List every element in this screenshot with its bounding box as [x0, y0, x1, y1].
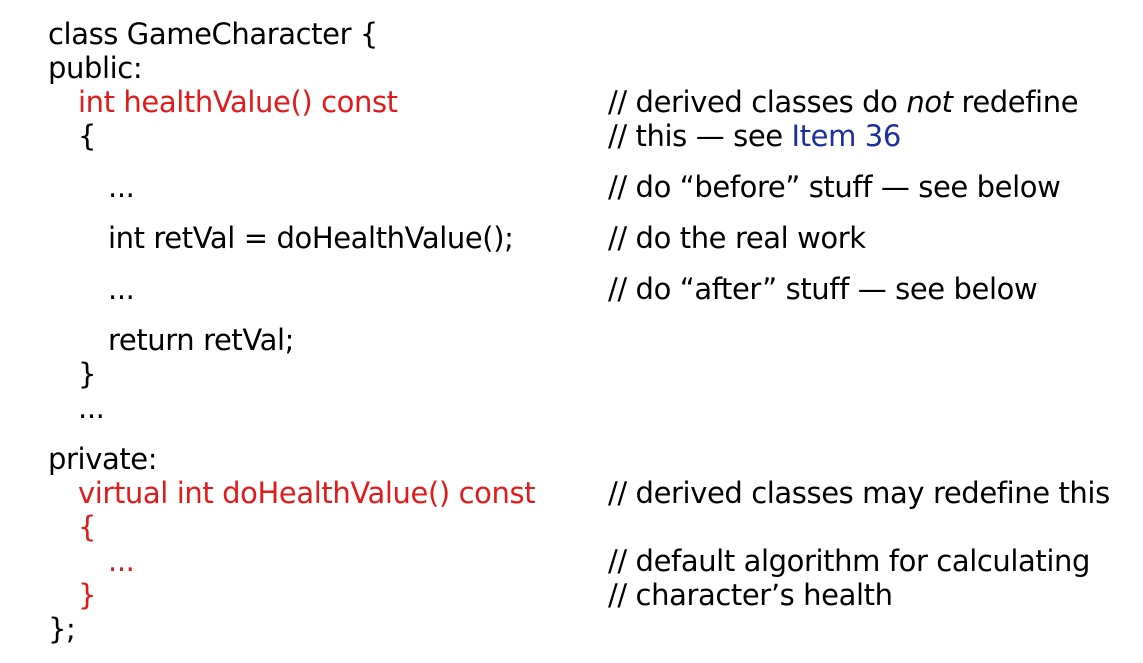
comment-derived-suffix: redefine — [952, 85, 1079, 119]
comment-after-stuff: // do “after” stuff — see below — [608, 272, 1038, 306]
comment-derived-not-redefine: // derived classes do not redefine — [608, 85, 1079, 119]
retval-statement: int retVal = doHealthValue(); — [108, 221, 514, 255]
comment-default-algorithm: // default algorithm for calculating — [608, 544, 1091, 578]
comment-before-stuff: // do “before” stuff — see below — [608, 170, 1061, 204]
comment-this-prefix: // this — see — [608, 119, 792, 153]
comment-see-item: // this — see Item 36 — [608, 119, 901, 153]
class-end-line: }; — [48, 612, 76, 646]
before-ellipsis: ... — [108, 170, 135, 204]
after-ellipsis: ... — [108, 272, 135, 306]
comment-character-health: // character’s health — [608, 578, 893, 612]
comment-derived-prefix: // derived classes do — [608, 85, 907, 119]
do-health-value-open-brace: { — [78, 510, 97, 544]
private-label: private: — [48, 442, 158, 476]
health-value-open-brace: { — [78, 119, 97, 153]
return-statement: return retVal; — [108, 323, 294, 357]
do-health-value-signature: virtual int doHealthValue() const — [78, 476, 536, 510]
comment-real-work: // do the real work — [608, 221, 866, 255]
class-declaration-line: class GameCharacter { — [48, 17, 378, 51]
default-ellipsis: ... — [108, 544, 135, 578]
item-36-link[interactable]: Item 36 — [792, 119, 902, 153]
comment-not-emphasis: not — [906, 85, 953, 119]
health-value-signature: int healthValue() const — [78, 85, 398, 119]
public-label: public: — [48, 51, 143, 85]
comment-may-redefine: // derived classes may redefine this — [608, 476, 1110, 510]
members-ellipsis: ... — [78, 391, 105, 425]
code-slide: class GameCharacter { public: int health… — [0, 0, 1143, 663]
do-health-value-close-brace: } — [78, 578, 97, 612]
health-value-close-brace: } — [78, 357, 97, 391]
